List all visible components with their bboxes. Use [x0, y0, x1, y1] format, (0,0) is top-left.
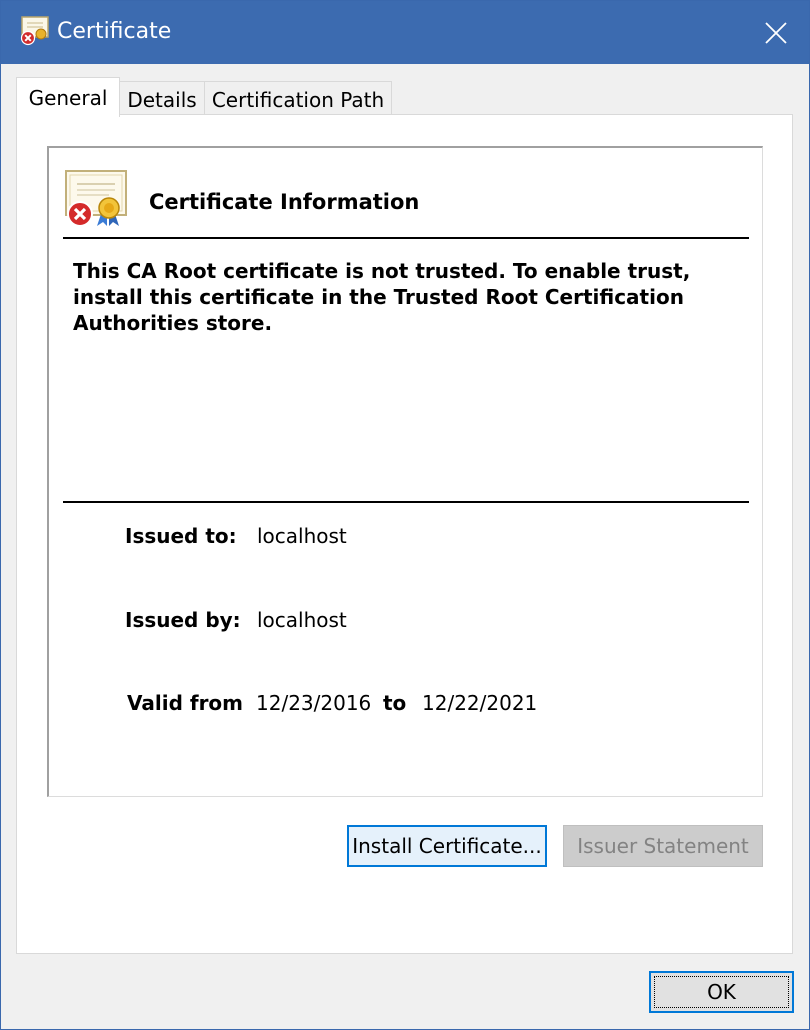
install-certificate-button[interactable]: Install Certificate... — [347, 825, 547, 867]
certificate-error-icon — [20, 16, 49, 46]
valid-to-value: 12/22/2021 — [422, 691, 538, 715]
tab-certification-path[interactable]: Certification Path — [204, 81, 392, 117]
issuer-statement-button[interactable]: Issuer Statement — [563, 825, 763, 867]
trust-warning-text: This CA Root certificate is not trusted.… — [73, 259, 691, 335]
issued-by-value: localhost — [257, 608, 347, 632]
valid-from-label: Valid from — [127, 691, 244, 715]
tab-details[interactable]: Details — [119, 81, 205, 117]
valid-to-label: to — [383, 691, 407, 715]
valid-from-value: 12/23/2016 — [256, 691, 372, 715]
close-icon — [765, 21, 787, 44]
issued-to-label: Issued to: — [125, 524, 237, 548]
focus-rectangle — [654, 976, 789, 1008]
window-title: Certificate — [57, 19, 172, 44]
certificate-untrusted-icon — [65, 170, 127, 227]
details-divider — [63, 501, 749, 503]
close-button[interactable] — [743, 1, 809, 64]
certificate-dialog: Certificate General Details Certificatio… — [0, 0, 810, 1030]
certificate-info-panel: Certificate Information This CA Root cer… — [47, 146, 763, 797]
issued-to-value: localhost — [257, 524, 347, 548]
tab-general-label: General — [28, 85, 108, 110]
install-certificate-label: Install Certificate... — [352, 834, 542, 858]
issued-by-label: Issued by: — [125, 608, 241, 632]
tab-certification-path-label: Certification Path — [211, 87, 385, 112]
tab-details-label: Details — [127, 87, 197, 112]
title-bar[interactable]: Certificate — [1, 1, 809, 64]
tab-general[interactable]: General — [16, 77, 120, 117]
issuer-statement-label: Issuer Statement — [577, 834, 749, 858]
ok-button[interactable]: OK — [649, 971, 794, 1013]
header-divider — [63, 237, 749, 239]
certificate-info-title: Certificate Information — [149, 190, 420, 214]
